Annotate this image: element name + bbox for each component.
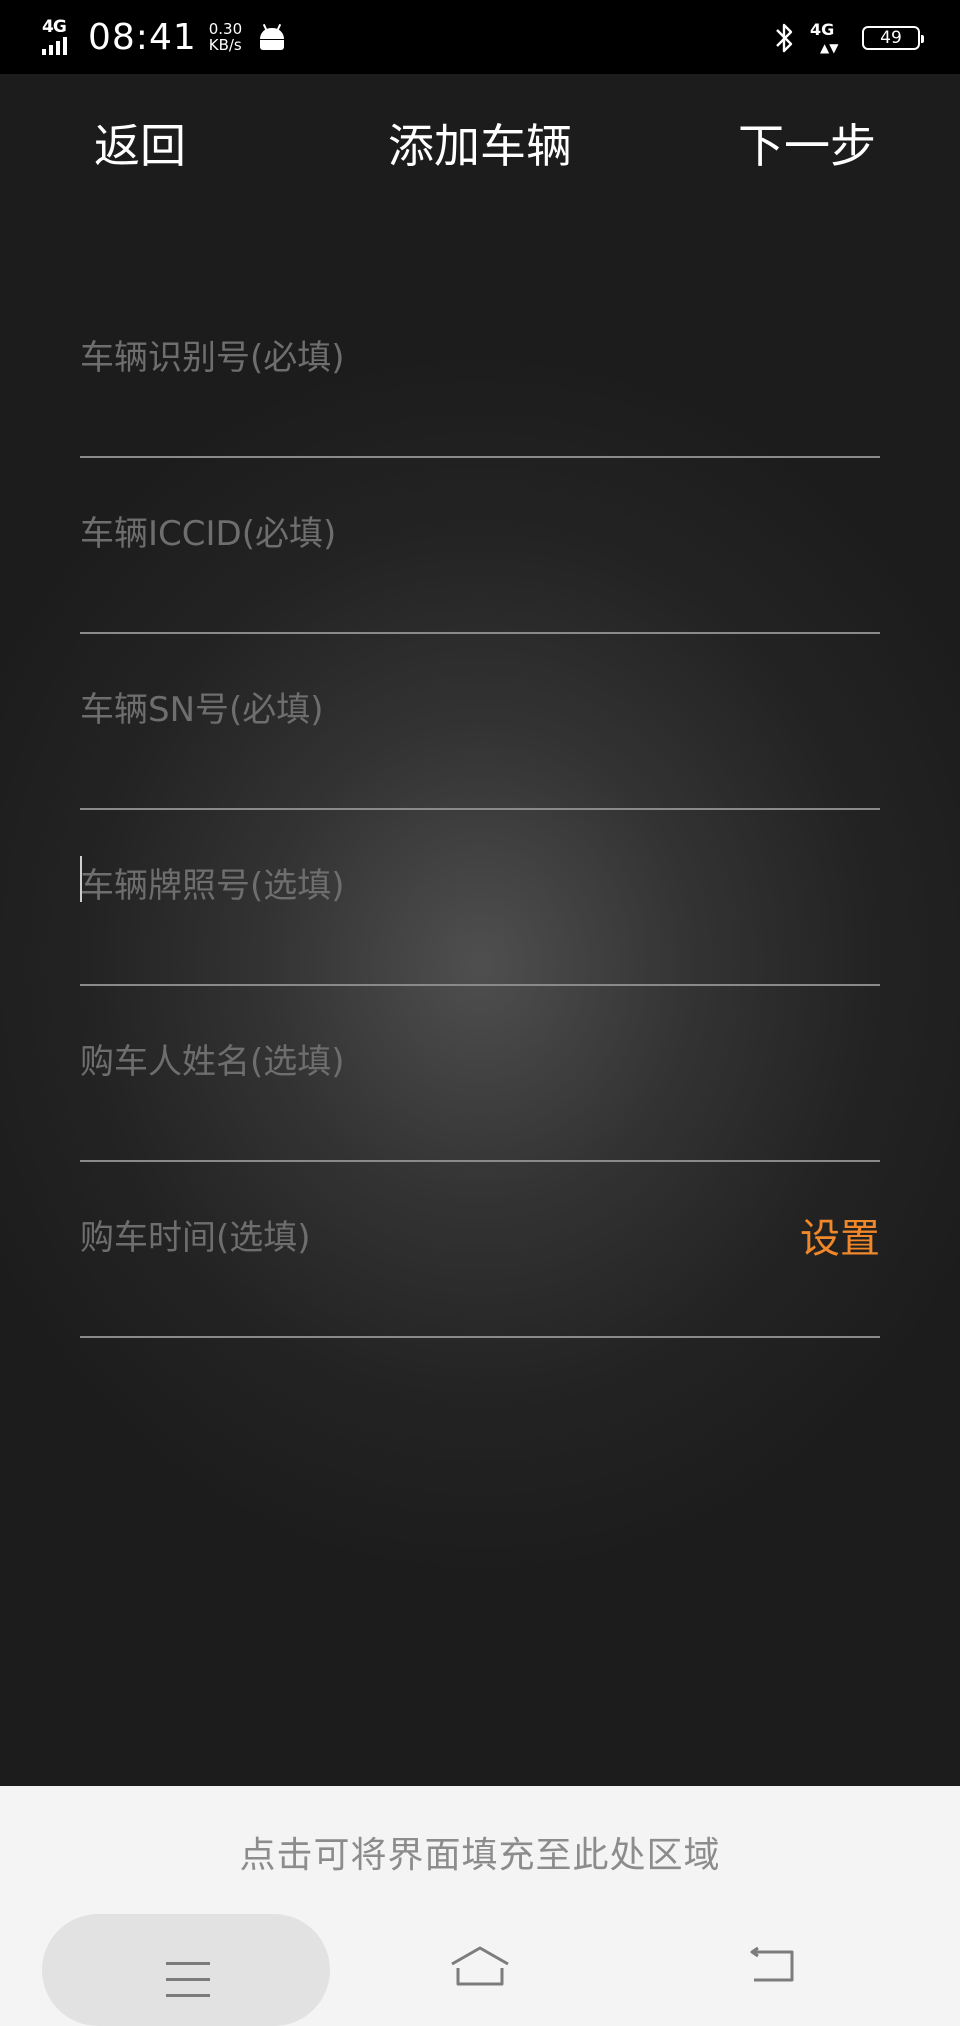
set-time-button[interactable]: 设置: [800, 1206, 880, 1264]
buyer-name-placeholder: 购车人姓名(选填): [80, 1042, 345, 1082]
back-icon[interactable]: [748, 1942, 796, 1986]
mobile-network-icon: 4G ▲▼: [810, 20, 839, 55]
network-type-right: 4G: [810, 20, 835, 39]
network-speed-value: 0.30: [208, 20, 243, 38]
network-speed: 0.30 KB/s: [209, 21, 242, 53]
fill-area-hint[interactable]: 点击可将界面填充至此处区域: [0, 1826, 960, 1878]
network-type-left: 4G: [42, 17, 67, 37]
signal-icon: 4G: [40, 17, 82, 57]
sn-placeholder: 车辆SN号(必填): [80, 690, 324, 730]
buyer-name-field[interactable]: 购车人姓名(选填): [80, 986, 880, 1162]
purchase-time-field[interactable]: 购车时间(选填) 设置: [80, 1162, 880, 1338]
iccid-field[interactable]: 车辆ICCID(必填): [80, 458, 880, 634]
purchase-time-placeholder: 购车时间(选填): [80, 1218, 311, 1258]
plate-number-placeholder: 车辆牌照号(选填): [80, 866, 345, 906]
menu-icon: [166, 1962, 210, 1998]
iccid-placeholder: 车辆ICCID(必填): [80, 514, 337, 554]
bottom-panel: 点击可将界面填充至此处区域: [0, 1786, 960, 2026]
status-bar: 4G 08:41 0.30 KB/s 4G ▲▼ 49: [0, 0, 960, 74]
network-speed-unit: KB/s: [208, 36, 242, 54]
home-icon[interactable]: [448, 1944, 512, 1988]
sn-field[interactable]: 车辆SN号(必填): [80, 634, 880, 810]
vin-placeholder: 车辆识别号(必填): [80, 338, 345, 378]
field-underline: [80, 1336, 880, 1338]
menu-button[interactable]: [42, 1914, 330, 2026]
vin-field[interactable]: 车辆识别号(必填): [80, 282, 880, 458]
next-step-button[interactable]: 下一步: [738, 110, 876, 176]
status-time: 08:41: [88, 16, 197, 58]
bluetooth-icon: [776, 23, 793, 53]
battery-icon: 49: [862, 26, 924, 50]
battery-level: 49: [880, 28, 902, 48]
navigation-bar: 返回 添加车辆 下一步: [0, 74, 960, 214]
main-content: 返回 添加车辆 下一步 车辆识别号(必填) 车辆ICCID(必填) 车辆SN号(…: [0, 74, 960, 1786]
android-icon: [258, 23, 286, 50]
plate-number-field[interactable]: 车辆牌照号(选填): [80, 810, 880, 986]
